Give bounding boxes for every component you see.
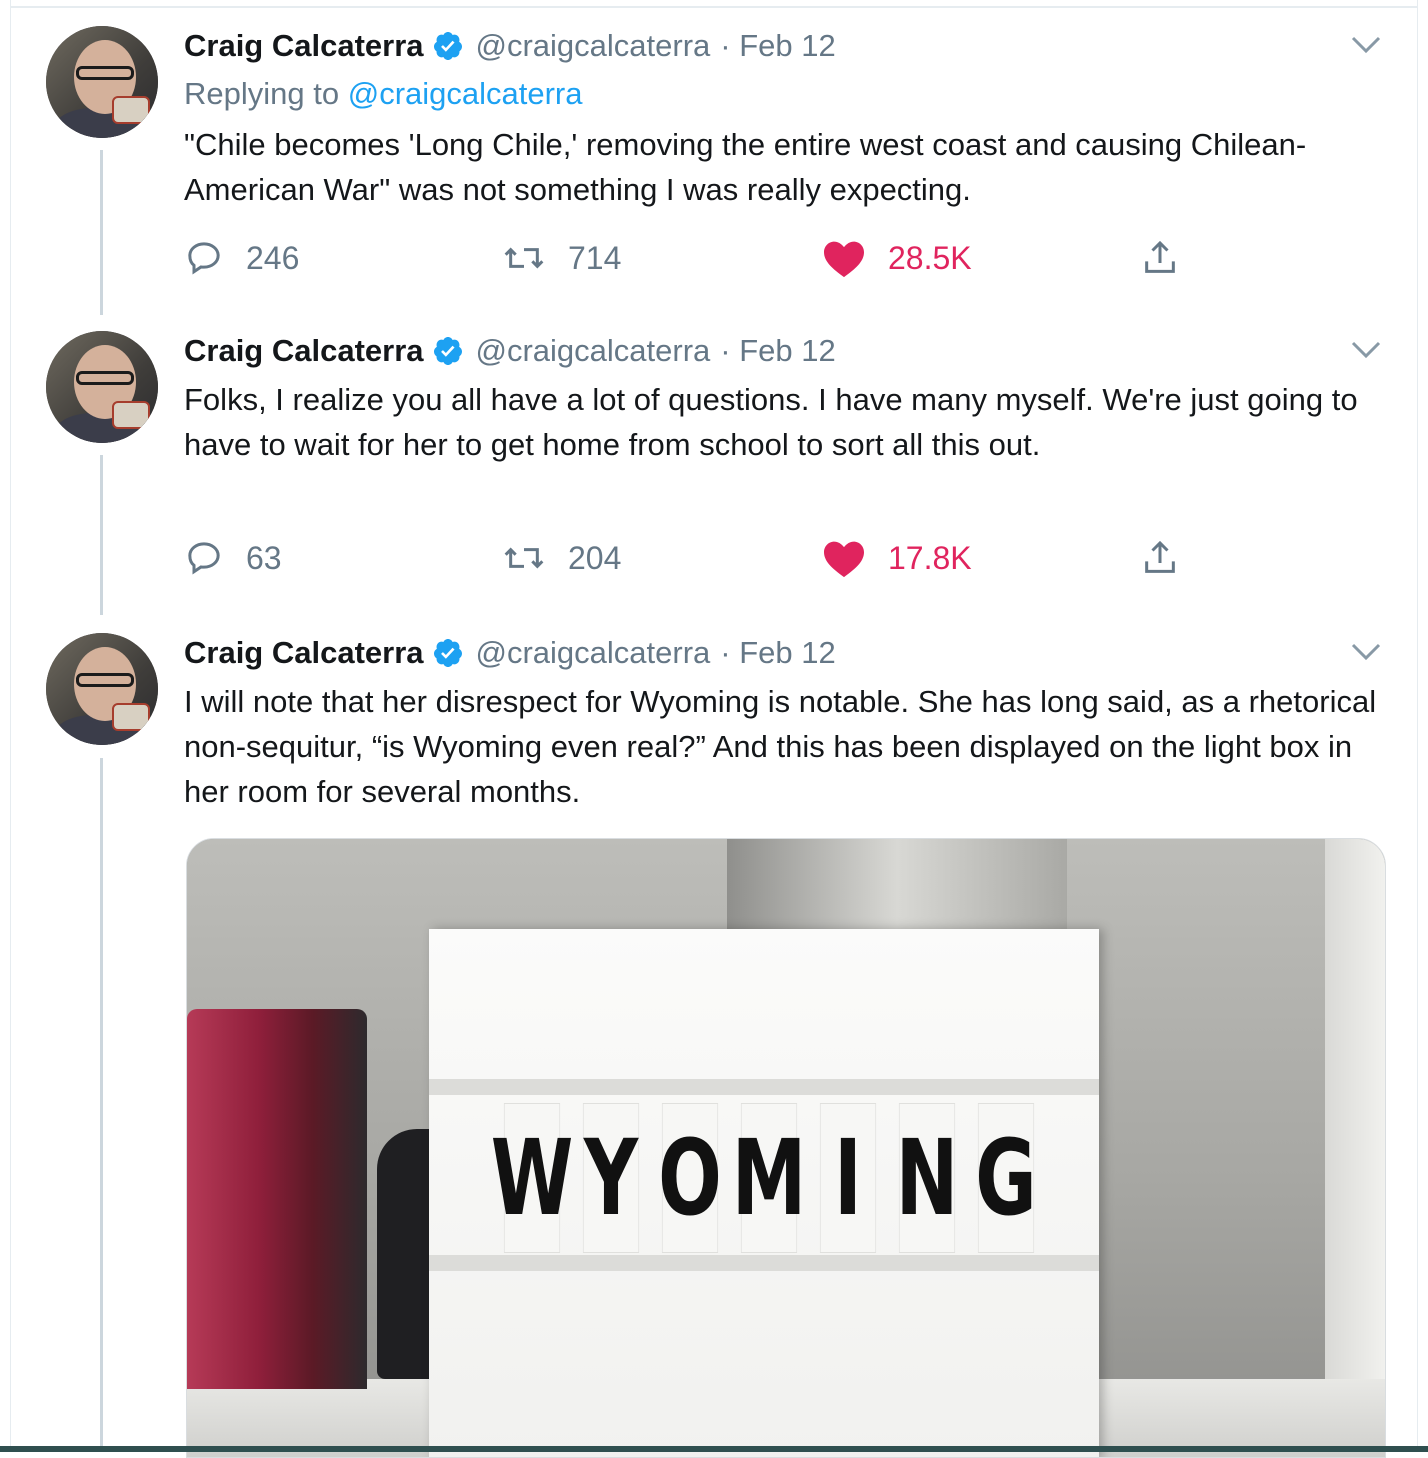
reply-handle-link[interactable]: @craigcalcaterra (348, 76, 583, 111)
verified-badge-icon (433, 337, 462, 365)
author-handle[interactable]: @craigcalcaterra (476, 635, 711, 671)
reply-button[interactable]: 63 (184, 536, 282, 580)
letter-tile: I (819, 1103, 877, 1253)
reply-icon (188, 542, 220, 575)
like-count: 17.8K (888, 539, 972, 576)
photo-door (1325, 839, 1385, 1457)
author-handle[interactable]: @craigcalcaterra (476, 28, 711, 64)
letter-tile: Y (582, 1103, 640, 1253)
letter-tile: G (975, 1103, 1037, 1253)
retweet-count: 204 (568, 539, 622, 576)
author-handle[interactable]: @craigcalcaterra (476, 333, 711, 369)
author-name[interactable]: Craig Calcaterra (184, 28, 424, 64)
author-avatar[interactable] (46, 331, 158, 443)
author-name[interactable]: Craig Calcaterra (184, 635, 424, 671)
letter-tile: N (896, 1103, 958, 1253)
letter-tile: O (658, 1103, 722, 1253)
tweet-photo[interactable]: W Y O M I N G (186, 838, 1386, 1458)
tweet-date[interactable]: · Feb 12 (720, 28, 835, 64)
chevron-down-icon[interactable] (1350, 34, 1382, 56)
bottom-edge (0, 1446, 1428, 1452)
share-icon (1145, 240, 1175, 273)
author-name[interactable]: Craig Calcaterra (184, 333, 424, 369)
retweet-button[interactable]: 204 (502, 536, 621, 580)
tweet-actions: 246 714 28.5K (184, 236, 1234, 280)
like-heart-icon (824, 541, 864, 578)
like-button[interactable]: 17.8K (822, 536, 972, 580)
letter-tile: W (491, 1103, 573, 1253)
photo-bottles (187, 1009, 367, 1389)
tweet-text: "Chile becomes 'Long Chile,' removing th… (184, 127, 1307, 207)
tweet-2[interactable]: Craig Calcaterra @craigcalcaterra · Feb … (0, 305, 1428, 605)
retweet-count: 714 (568, 239, 622, 276)
retweet-icon (504, 247, 544, 269)
reply-count: 246 (246, 239, 300, 276)
like-count: 28.5K (888, 239, 972, 276)
retweet-icon (504, 547, 544, 569)
share-icon (1145, 540, 1175, 573)
tweet-1[interactable]: Craig Calcaterra @craigcalcaterra · Feb … (0, 0, 1428, 300)
chevron-down-icon[interactable] (1350, 339, 1382, 361)
verified-badge-icon (433, 32, 462, 60)
reply-context: Replying to @craigcalcaterra (184, 76, 583, 112)
author-avatar[interactable] (46, 26, 158, 138)
reply-count: 63 (246, 539, 282, 576)
share-button[interactable] (1140, 536, 1202, 580)
letter-tile: M (732, 1103, 806, 1253)
share-button[interactable] (1140, 236, 1202, 280)
tweet-date[interactable]: · Feb 12 (720, 333, 835, 369)
verified-badge-icon (433, 639, 462, 667)
tweet-text: Folks, I realize you all have a lot of q… (184, 382, 1358, 462)
light-box-letters: W Y O M I N G (491, 1103, 1046, 1253)
like-heart-icon (824, 241, 864, 278)
retweet-button[interactable]: 714 (502, 236, 621, 280)
reply-icon (188, 242, 220, 275)
tweet-actions: 63 204 17.8K (184, 536, 1234, 580)
tweet-text: I will note that her disrespect for Wyom… (184, 684, 1377, 809)
reply-button[interactable]: 246 (184, 236, 299, 280)
chevron-down-icon[interactable] (1350, 641, 1382, 663)
light-box-sign: W Y O M I N G (429, 929, 1099, 1457)
like-button[interactable]: 28.5K (822, 236, 972, 280)
author-avatar[interactable] (46, 633, 158, 745)
tweet-date[interactable]: · Feb 12 (720, 635, 835, 671)
reply-prefix: Replying to (184, 76, 340, 111)
